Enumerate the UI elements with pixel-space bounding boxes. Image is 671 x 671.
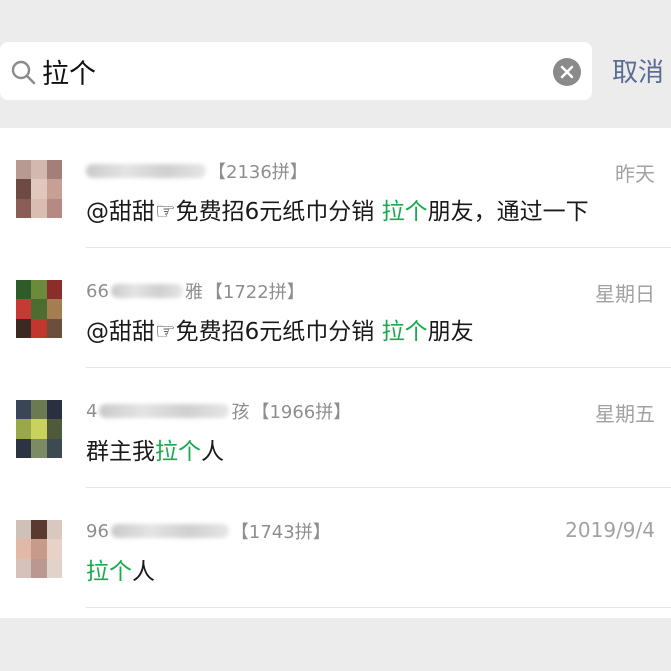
name-prefix: 4: [86, 400, 98, 422]
list-item[interactable]: 96 【1743拼】 2019/9/4 拉个人: [0, 488, 671, 608]
avatar: [16, 400, 62, 458]
chat-name: 【2136拼】: [86, 158, 308, 184]
highlight-keyword: 拉个: [381, 319, 428, 345]
blurred-name: [99, 404, 230, 418]
timestamp: 星期日: [595, 282, 655, 306]
highlight-keyword: 拉个: [381, 199, 428, 225]
timestamp: 2019/9/4: [565, 518, 655, 542]
message-preview: 群主我拉个人: [86, 432, 224, 466]
chat-name: 66 雅 【1722拼】: [86, 278, 305, 304]
list-item[interactable]: 【2136拼】 昨天 @甜甜☞免费招6元纸巾分销 拉个朋友，通过一下: [0, 128, 671, 248]
message-text: 朋友，通过一下: [427, 199, 589, 225]
divider: [86, 607, 671, 608]
search-bar: 取消: [0, 40, 671, 102]
avatar: [16, 160, 62, 218]
search-results-list: 【2136拼】 昨天 @甜甜☞免费招6元纸巾分销 拉个朋友，通过一下 66 雅 …: [0, 128, 671, 618]
group-count: 【1966拼】: [251, 402, 352, 423]
chat-name: 4 孩 【1966拼】: [86, 398, 351, 424]
group-count: 【1743拼】: [230, 522, 331, 543]
blurred-name: [110, 284, 183, 298]
search-input[interactable]: [42, 50, 532, 92]
group-count: 【1722拼】: [204, 282, 305, 303]
clear-icon[interactable]: [553, 58, 581, 86]
group-count: 【2136拼】: [208, 162, 308, 183]
timestamp: 昨天: [615, 162, 655, 186]
message-text: 群主我: [86, 439, 155, 465]
name-suffix: 雅: [184, 282, 203, 303]
message-text: 人: [132, 559, 155, 585]
list-item[interactable]: 66 雅 【1722拼】 星期日 @甜甜☞免费招6元纸巾分销 拉个朋友: [0, 248, 671, 368]
blurred-name: [86, 164, 206, 178]
name-prefix: 96: [86, 520, 109, 542]
blurred-name: [110, 524, 229, 538]
name-prefix: 66: [86, 280, 109, 302]
highlight-keyword: 拉个: [155, 439, 201, 465]
search-icon: [11, 60, 36, 85]
chat-name: 96 【1743拼】: [86, 518, 331, 544]
bottom-background: [0, 618, 671, 671]
avatar: [16, 520, 62, 578]
message-text: @甜甜☞免费招6元纸巾分销: [86, 319, 382, 345]
highlight-keyword: 拉个: [86, 559, 132, 585]
message-text: 人: [201, 439, 224, 465]
message-preview: @甜甜☞免费招6元纸巾分销 拉个朋友，通过一下: [86, 192, 589, 226]
timestamp: 星期五: [595, 402, 655, 426]
search-box[interactable]: [0, 42, 592, 100]
message-text: @甜甜☞免费招6元纸巾分销: [86, 199, 382, 225]
message-preview: 拉个人: [86, 552, 155, 586]
name-suffix: 孩: [231, 402, 250, 423]
avatar: [16, 280, 62, 338]
message-preview: @甜甜☞免费招6元纸巾分销 拉个朋友: [86, 312, 474, 346]
message-text: 朋友: [427, 319, 474, 345]
cancel-button[interactable]: 取消: [612, 52, 664, 89]
list-item[interactable]: 4 孩 【1966拼】 星期五 群主我拉个人: [0, 368, 671, 488]
